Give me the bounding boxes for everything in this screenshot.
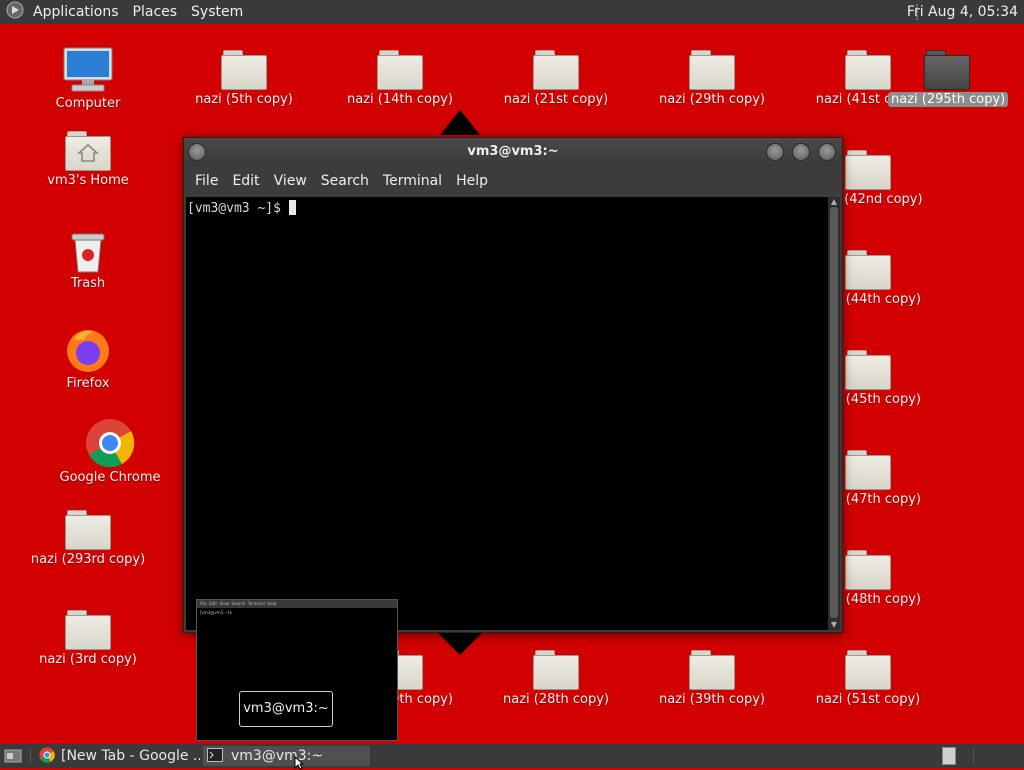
computer-icon [63,47,113,92]
desktop-icon-label: Google Chrome [59,470,161,485]
text-cursor [288,200,296,215]
desktop-icon-trash[interactable]: Trash [29,230,147,291]
trash-icon [71,233,105,273]
scroll-up-arrow-icon[interactable]: ▲ [828,197,840,207]
desktop-icon-folder[interactable]: nazi (21st copy) [497,50,615,107]
desktop-icon-folder[interactable]: nazi (14th copy) [341,50,459,107]
desktop-icon-label: Trash [70,276,106,291]
home-folder-icon [65,131,111,171]
window-preview-label: vm3@vm3:~ [239,691,333,727]
folder-icon [845,250,891,290]
desktop-icon-label: Firefox [66,376,110,391]
panel-separator [973,748,974,764]
desktop-icon-folder[interactable]: nazi (28th copy) [497,650,615,707]
preview-prompt: [vm3@vm3 ~]$ [200,610,232,615]
folder-icon [924,50,970,90]
desktop-icon-chrome[interactable]: Google Chrome [51,418,169,485]
menu-search[interactable]: Search [314,173,376,189]
chrome-icon [86,419,135,468]
terminal-output[interactable]: [vm3@vm3 ~]$ [186,197,828,630]
taskbar-item-terminal[interactable]: vm3@vm3:~ [203,746,370,766]
desktop-icon-label: nazi (295th copy) [888,92,1009,107]
desktop-icon-label: nazi (3rd copy) [39,652,137,667]
folder-icon [845,450,891,490]
desktop-icon-label: nazi (14th copy) [347,92,453,107]
folder-icon [65,510,111,550]
desktop-icon-label: nazi (21st copy) [503,92,609,107]
menu-edit[interactable]: Edit [225,173,266,189]
folder-icon [377,50,423,90]
taskbar-item-label: [New Tab - Google ... [61,748,200,764]
desktop-icon-folder[interactable]: nazi (51st copy) [809,650,927,707]
folder-icon [845,550,891,590]
taskbar-item-chrome[interactable]: [New Tab - Google ... [36,746,200,766]
desktop-icon-label: nazi (5th copy) [195,92,293,107]
menu-terminal[interactable]: Terminal [376,173,449,189]
desktop-icon-label: nazi (29th copy) [659,92,765,107]
desktop-icon-folder[interactable]: nazi (29th copy) [653,50,771,107]
menu-file[interactable]: File [188,173,225,189]
places-menu[interactable]: Places [126,4,185,20]
shell-prompt: [vm3@vm3 ~]$ [187,201,289,216]
terminal-scrollbar[interactable]: ▲ ▼ [828,197,840,630]
desktop-icon-label: vm3's Home [47,173,129,188]
minimize-button[interactable] [766,143,784,161]
desktop-icon-firefox[interactable]: Firefox [29,326,147,391]
folder-icon [689,50,735,90]
bottom-panel: [New Tab - Google ... vm3@vm3:~ [0,744,1024,768]
folder-icon [845,50,891,90]
clock[interactable]: Fri Aug 4, 05:34 [907,4,1018,20]
desktop-icon-folder-selected[interactable]: nazi (295th copy) [888,50,1009,107]
applications-menu[interactable]: Applications [26,4,126,20]
folder-icon [221,50,267,90]
terminal-menubar: File Edit View Search Terminal Help [184,166,842,196]
folder-icon [689,650,735,690]
folder-icon [845,650,891,690]
terminal-titlebar[interactable]: vm3@vm3:~ [184,138,842,166]
desktop-icon-label: Computer [55,96,121,111]
distro-logo-icon[interactable] [6,1,24,23]
desktop-icon-label: nazi (293rd copy) [30,552,146,567]
desktop-icon-folder[interactable]: nazi (5th copy) [185,50,303,107]
folder-icon [845,150,891,190]
close-button[interactable] [818,143,836,161]
terminal-title: vm3@vm3:~ [467,144,559,159]
menu-help[interactable]: Help [449,173,495,189]
desktop-icon-label: nazi (28th copy) [503,692,609,707]
folder-icon [845,350,891,390]
preview-menubar: File Edit View Search Terminal Help [200,601,277,606]
chrome-icon [39,747,55,763]
desktop-icon-folder[interactable]: nazi (3rd copy) [29,610,147,667]
firefox-icon [67,330,109,372]
scrollbar-thumb[interactable] [830,207,838,618]
workspace-switcher[interactable] [942,747,956,765]
menu-view[interactable]: View [267,173,314,189]
desktop-icon-computer[interactable]: Computer [29,46,147,111]
desktop-icon-label: nazi (39th copy) [659,692,765,707]
show-desktop-icon[interactable] [4,748,22,768]
system-menu[interactable]: System [184,4,250,20]
desktop-icon-folder[interactable]: nazi (293rd copy) [29,510,147,567]
taskbar-item-label: vm3@vm3:~ [231,748,324,764]
top-panel: Applications Places System Fri Aug 4, 05… [0,0,1024,24]
terminal-window[interactable]: vm3@vm3:~ File Edit View Search Terminal… [183,137,843,633]
desktop-icon-label: nazi (51st copy) [815,692,921,707]
scroll-down-arrow-icon[interactable]: ▼ [828,620,840,630]
terminal-icon [207,748,223,762]
desktop-icon-home[interactable]: vm3's Home [29,131,147,188]
folder-icon [65,610,111,650]
folder-icon [533,50,579,90]
maximize-button[interactable] [792,143,810,161]
desktop-icon-folder[interactable]: nazi (39th copy) [653,650,771,707]
folder-icon [533,650,579,690]
